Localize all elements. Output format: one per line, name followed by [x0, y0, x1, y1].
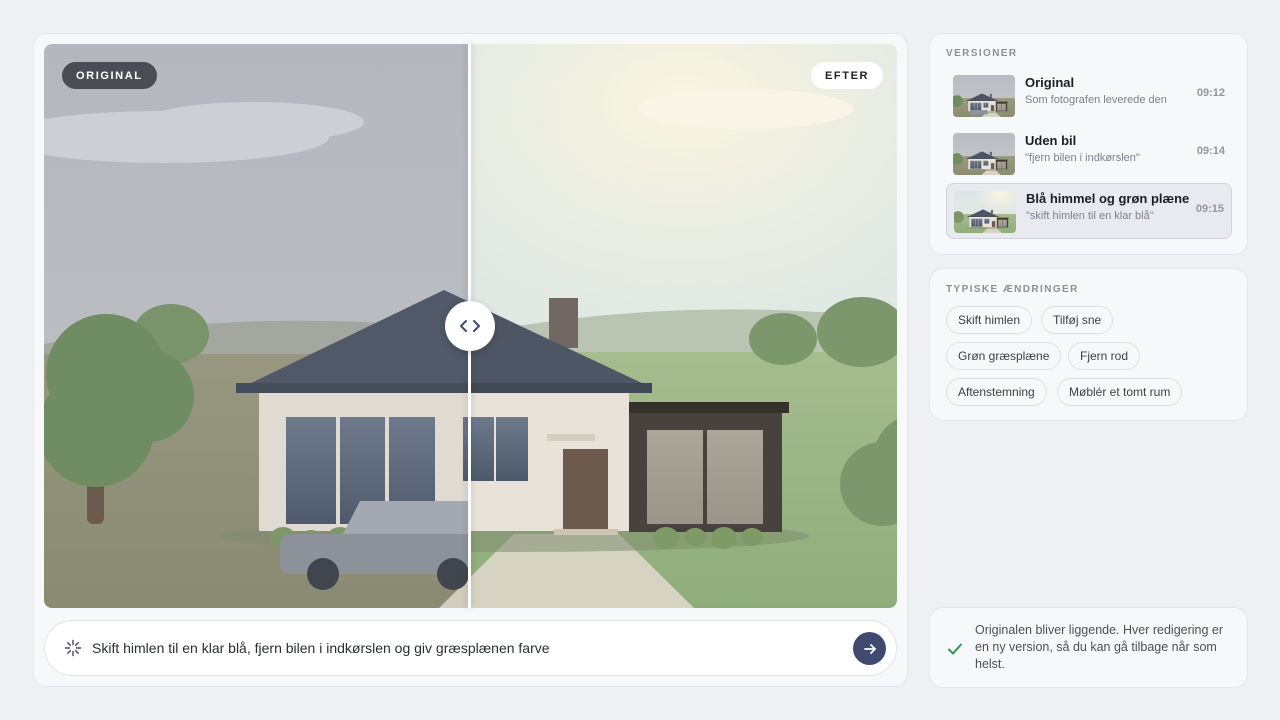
- chip-green-lawn[interactable]: Grøn græsplæne: [946, 342, 1062, 370]
- prompt-input[interactable]: Skift himlen til en klar blå, fjern bile…: [92, 640, 550, 656]
- send-button[interactable]: [853, 632, 886, 665]
- info-note: Originalen bliver liggende. Hver rediger…: [929, 607, 1248, 688]
- note-text: Originalen bliver liggende. Hver rediger…: [975, 623, 1224, 671]
- chip-furnish-empty-room[interactable]: Møblér et tomt rum: [1057, 378, 1183, 406]
- compare-slider-handle[interactable]: [445, 301, 495, 351]
- chip-evening-mood[interactable]: Aftenstemning: [946, 378, 1047, 406]
- version-time: 09:12: [1196, 87, 1225, 99]
- changes-title: TYPISKE ÆNDRINGER: [946, 284, 1079, 295]
- chip-add-snow[interactable]: Tilføj sne: [1041, 306, 1114, 334]
- version-time: 09:15: [1195, 203, 1224, 215]
- version-subtitle: "skift himlen til en klar blå": [1026, 210, 1154, 222]
- versions-title: VERSIONER: [946, 48, 1018, 59]
- version-subtitle: Som fotografen leverede den: [1025, 94, 1167, 106]
- chip-remove-clutter[interactable]: Fjern rod: [1068, 342, 1141, 370]
- after-image: [470, 44, 897, 608]
- typical-changes-panel: TYPISKE ÆNDRINGER Skift himlen Tilføj sn…: [929, 268, 1248, 421]
- version-subtitle: "fjern bilen i indkørslen": [1025, 152, 1140, 164]
- version-item-active[interactable]: Blå himmel og grøn plæne "skift himlen t…: [946, 183, 1232, 239]
- version-thumbnail: [953, 75, 1015, 117]
- version-thumbnail: [953, 133, 1015, 175]
- before-label: ORIGINAL: [62, 62, 157, 89]
- version-time: 09:14: [1196, 145, 1225, 157]
- prompt-bar[interactable]: Skift himlen til en klar blå, fjern bile…: [44, 620, 897, 676]
- sparkle-icon: [64, 639, 82, 657]
- versions-panel: VERSIONER Original Som fotografen levere…: [929, 33, 1248, 255]
- version-title: Blå himmel og grøn plæne: [1026, 191, 1190, 206]
- chip-change-sky[interactable]: Skift himlen: [946, 306, 1033, 334]
- version-thumbnail: [954, 191, 1016, 233]
- version-item[interactable]: Uden bil "fjern bilen i indkørslen" 09:1…: [946, 126, 1232, 182]
- version-item[interactable]: Original Som fotografen leverede den 09:…: [946, 68, 1232, 124]
- arrow-right-icon: [863, 643, 876, 654]
- after-label: EFTER: [811, 62, 884, 89]
- version-title: Original: [1025, 75, 1075, 90]
- version-title: Uden bil: [1025, 133, 1077, 148]
- check-icon: [948, 643, 962, 655]
- chevrons-left-right-icon: [460, 320, 480, 332]
- before-image: [44, 44, 470, 608]
